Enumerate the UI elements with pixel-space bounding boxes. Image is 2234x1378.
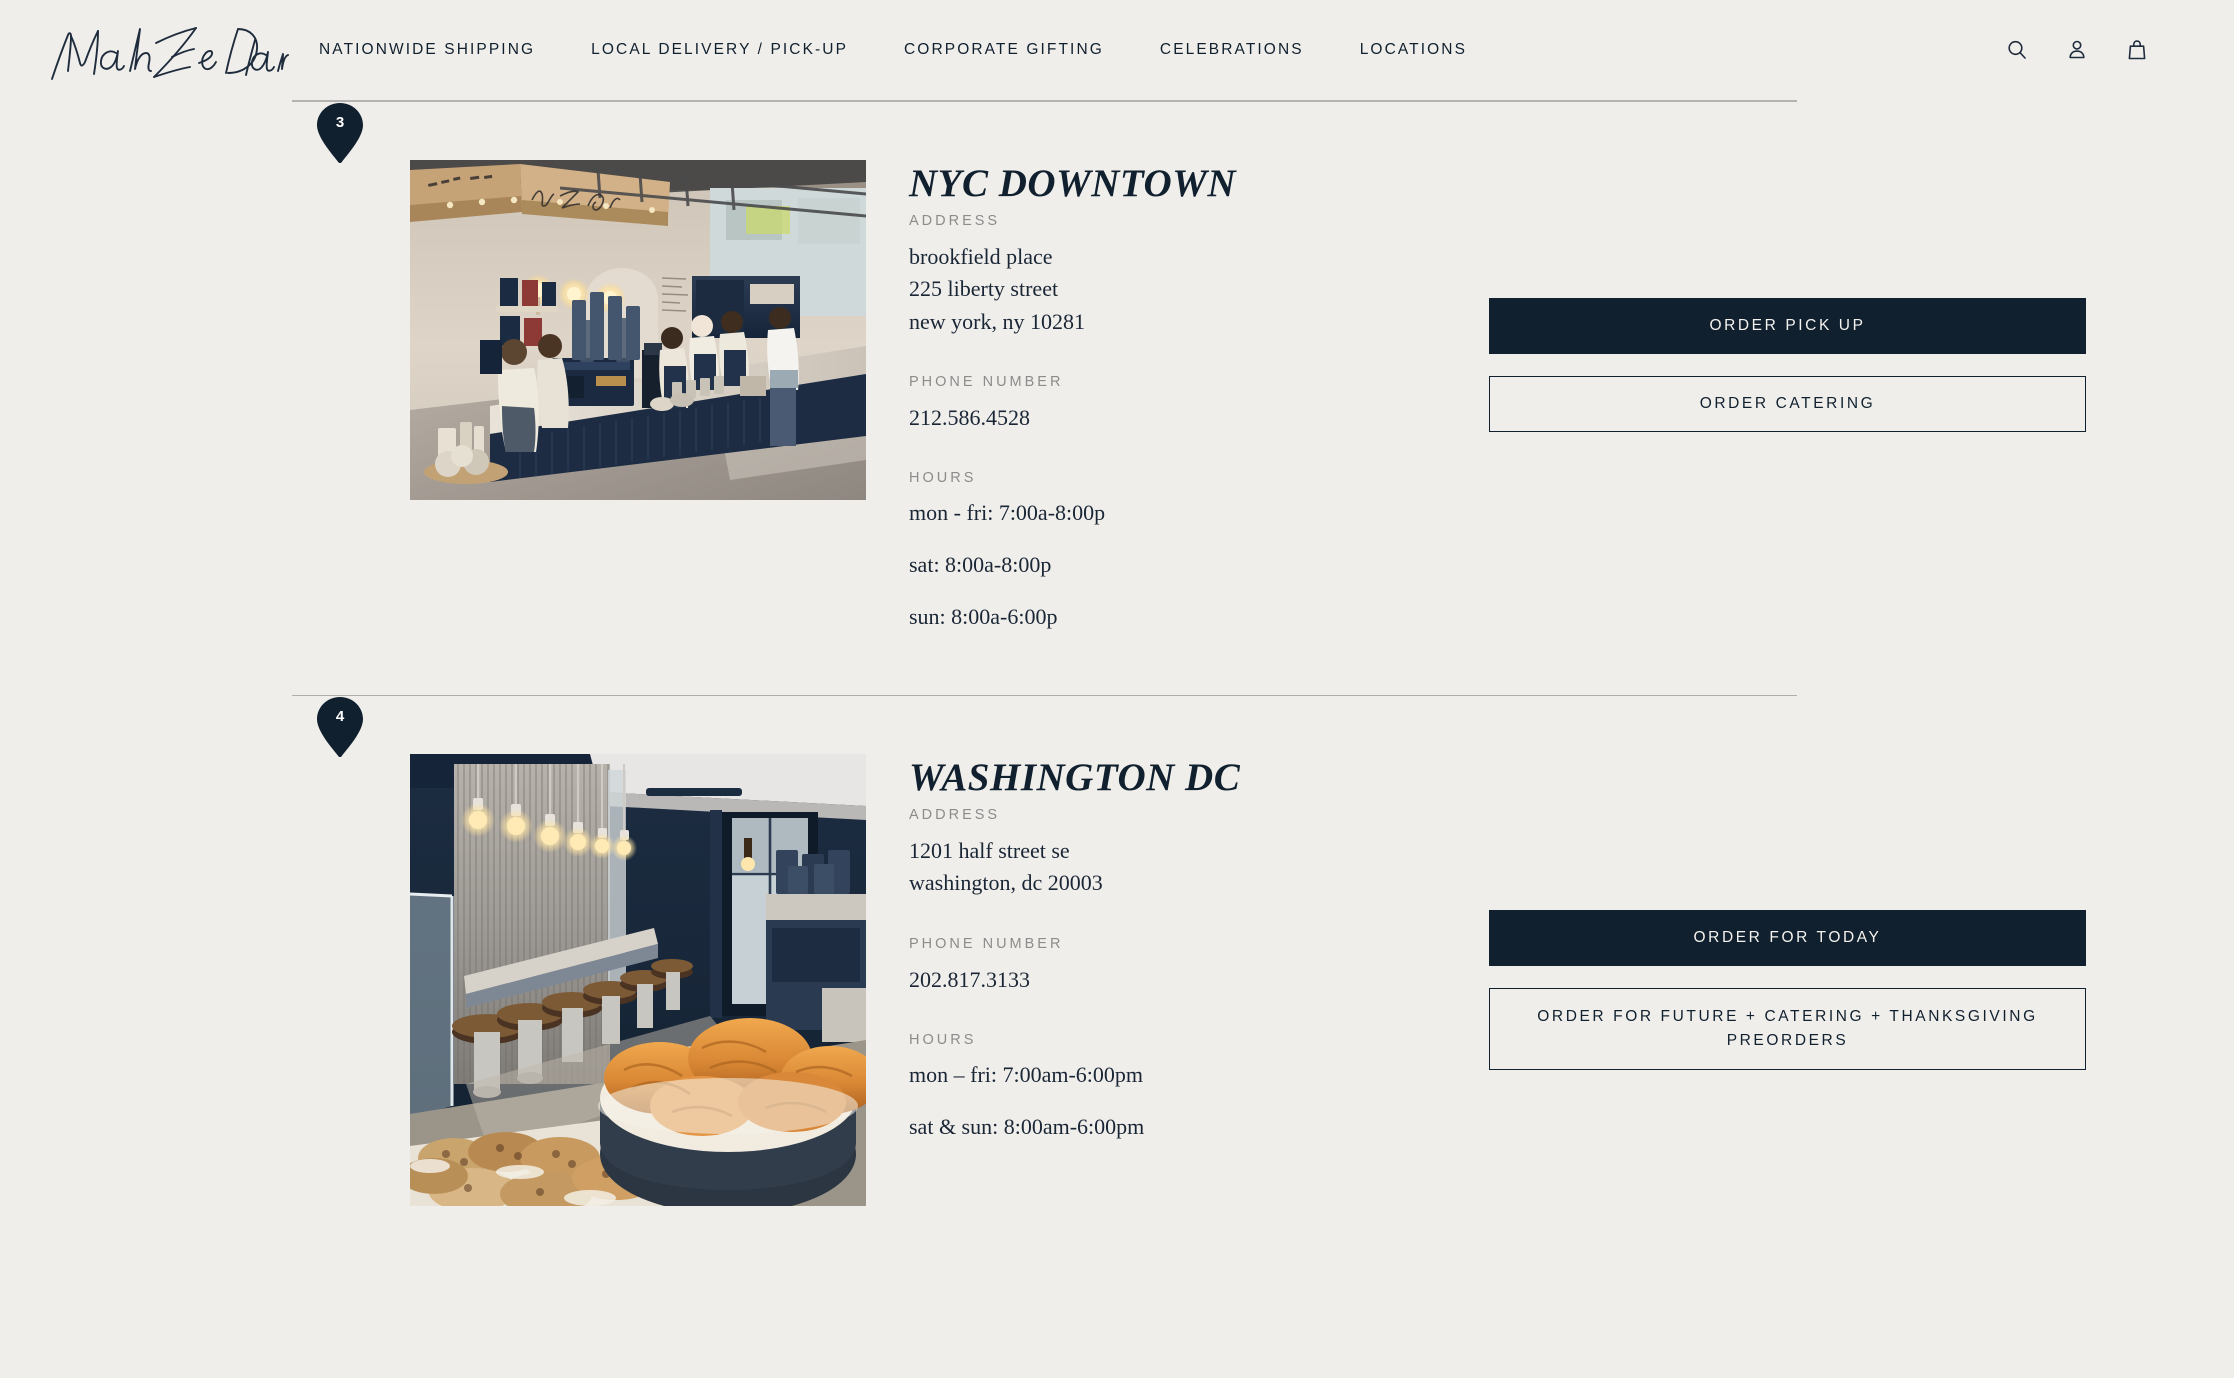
map-pin-number: 4	[335, 708, 345, 726]
nav-corporate-gifting[interactable]: CORPORATE GIFTING	[876, 31, 1132, 69]
map-pin-number: 3	[335, 114, 345, 131]
order-catering-button[interactable]: ORDER CATERING	[1489, 376, 2086, 432]
map-pin-marker: 4	[316, 696, 364, 758]
header-icon-group	[2000, 33, 2154, 67]
address-line: brookfield place	[909, 243, 1053, 269]
hours-line: mon – fri: 7:00am-6:00pm	[909, 1062, 1144, 1088]
address-value: 1201 half street se washington, dc 20003	[909, 835, 1399, 900]
location-photo-nyc-downtown	[410, 160, 866, 500]
address-label: ADDRESS	[909, 807, 1001, 824]
nav-locations[interactable]: LOCATIONS	[1332, 31, 1495, 69]
location-photo	[410, 160, 866, 500]
location-card-nyc-downtown: 3 NYC DOWNTOWN ADDRESS brookfield place …	[0, 102, 2234, 695]
map-pin-icon	[317, 697, 363, 758]
site-header: NATIONWIDE SHIPPING LOCAL DELIVERY / PIC…	[0, 0, 2234, 100]
location-title: NYC DOWNTOWN	[909, 162, 1237, 205]
address-line: 225 liberty street	[909, 276, 1059, 302]
main-navigation: NATIONWIDE SHIPPING LOCAL DELIVERY / PIC…	[319, 31, 2000, 69]
address-line: new york, ny 10281	[909, 308, 1085, 334]
phone-value[interactable]: 202.817.3133	[909, 964, 1399, 996]
map-pin-icon	[317, 103, 363, 163]
order-pick-up-button[interactable]: ORDER PICK UP	[1489, 298, 2086, 354]
order-for-today-button[interactable]: ORDER FOR TODAY	[1489, 910, 2086, 967]
hours-label: HOURS	[909, 470, 977, 487]
nav-celebrations[interactable]: CELEBRATIONS	[1132, 31, 1332, 69]
hours-list: mon – fri: 7:00am-6:00pm sat & sun: 8:00…	[909, 1060, 1399, 1143]
address-line: washington, dc 20003	[909, 870, 1103, 896]
account-icon[interactable]	[2060, 33, 2094, 67]
hours-list: mon - fri: 7:00a-8:00p sat: 8:00a-8:00p …	[909, 498, 1399, 632]
hours-line: sun: 8:00a-6:00p	[909, 603, 1058, 629]
order-for-future-catering-button[interactable]: ORDER FOR FUTURE + CATERING + THANKSGIVI…	[1489, 988, 2086, 1071]
address-value: brookfield place 225 liberty street new …	[909, 241, 1399, 338]
phone-label: PHONE NUMBER	[909, 935, 1064, 952]
logo-wordmark-script	[51, 27, 289, 80]
location-photo-washington-dc	[410, 754, 866, 1207]
locations-list: 3 NYC DOWNTOWN ADDRESS brookfield place …	[0, 102, 2234, 1207]
nav-local-delivery-pickup[interactable]: LOCAL DELIVERY / PICK-UP	[563, 31, 876, 69]
hours-label: HOURS	[909, 1032, 977, 1049]
hours-line: sat: 8:00a-8:00p	[909, 552, 1052, 578]
shopping-bag-icon[interactable]	[2120, 33, 2154, 67]
hours-line: sat & sun: 8:00am-6:00pm	[909, 1113, 1145, 1139]
address-line: 1201 half street se	[909, 838, 1070, 864]
address-label: ADDRESS	[909, 212, 1001, 229]
map-pin-marker: 3	[316, 102, 364, 164]
location-details: WASHINGTON DC ADDRESS 1201 half street s…	[909, 754, 1399, 1143]
location-actions: ORDER PICK UP ORDER CATERING	[1399, 160, 2234, 432]
location-details: NYC DOWNTOWN ADDRESS brookfield place 22…	[909, 160, 1399, 633]
mah-ze-dahr-logo[interactable]	[44, 13, 289, 87]
location-card-washington-dc: 4 WASHINGTON DC ADDRESS 1201 half street…	[0, 696, 2234, 1207]
phone-label: PHONE NUMBER	[909, 373, 1064, 390]
location-photo	[410, 754, 866, 1207]
hours-line: mon - fri: 7:00a-8:00p	[909, 500, 1106, 526]
location-title: WASHINGTON DC	[909, 756, 1241, 800]
location-actions: ORDER FOR TODAY ORDER FOR FUTURE + CATER…	[1399, 754, 2234, 1071]
phone-value[interactable]: 212.586.4528	[909, 402, 1399, 434]
nav-nationwide-shipping[interactable]: NATIONWIDE SHIPPING	[319, 31, 563, 69]
search-icon[interactable]	[2000, 33, 2034, 67]
